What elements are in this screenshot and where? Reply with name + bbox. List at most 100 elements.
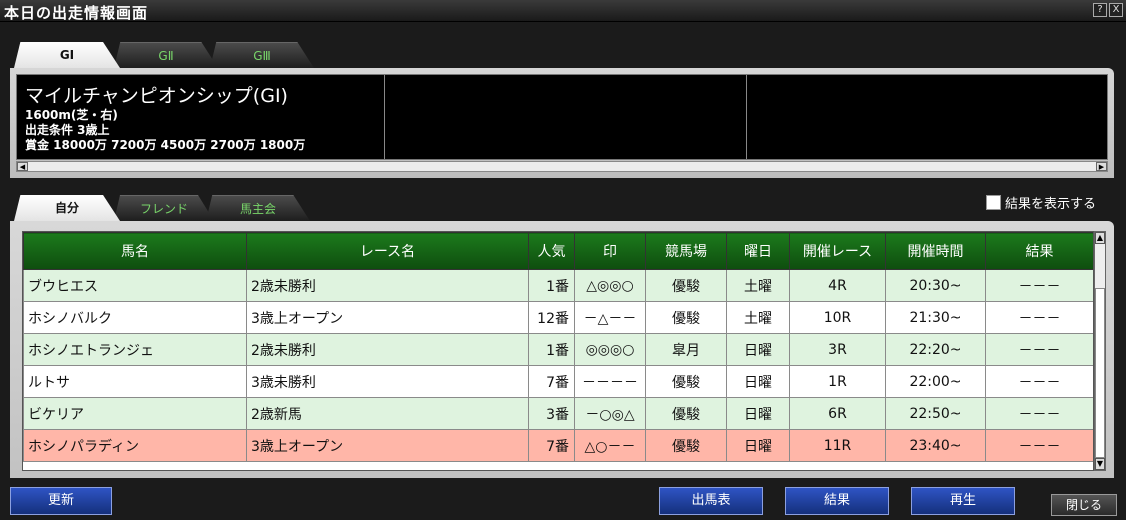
replay-button[interactable]: 再生 [911, 487, 1015, 515]
cell-weekday: 日曜 [726, 429, 790, 462]
cell-result: －－－ [985, 429, 1093, 462]
cell-mark: －△－－ [574, 301, 646, 334]
entries-button[interactable]: 出馬表 [659, 487, 763, 515]
cell-mark: △○－－ [574, 429, 646, 462]
cell-result: －－－ [985, 333, 1093, 366]
cell-time: 22:20~ [885, 333, 986, 366]
header-result[interactable]: 結果 [985, 232, 1093, 270]
tab-g1[interactable]: GⅠ [14, 42, 120, 68]
header-weekday[interactable]: 曜日 [726, 232, 790, 270]
tab-mine[interactable]: 自分 [14, 195, 120, 221]
table-row[interactable]: ホシノエトランジェ 2歳未勝利 1番 ◎◎◎○ 皐月 日曜 3R 22:20~ … [23, 333, 1093, 366]
cell-horse-name: ホシノパラディン [23, 429, 247, 462]
close-window-icon[interactable]: X [1109, 3, 1123, 17]
scroll-down-icon[interactable]: ▼ [1095, 458, 1105, 470]
race-name: マイルチャンピオンシップ(GⅠ) [25, 85, 288, 107]
cell-result: －－－ [985, 397, 1093, 430]
table-row[interactable]: ビケリア 2歳新馬 3番 －○◎△ 優駿 日曜 6R 22:50~ －－－ [23, 397, 1093, 430]
cell-time: 23:40~ [885, 429, 986, 462]
cell-weekday: 日曜 [726, 397, 790, 430]
cell-popularity: 7番 [528, 429, 575, 462]
cell-race-number: 6R [789, 397, 886, 430]
table-row[interactable]: ホシノパラディン 3歳上オープン 7番 △○－－ 優駿 日曜 11R 23:40… [23, 429, 1093, 462]
cell-track: 優駿 [645, 269, 727, 302]
cell-track: 優駿 [645, 429, 727, 462]
help-icon[interactable]: ? [1093, 3, 1107, 17]
cell-race-name: 2歳未勝利 [246, 269, 529, 302]
cell-race-number: 4R [789, 269, 886, 302]
race-info-box: マイルチャンピオンシップ(GⅠ) 1600m(芝・右) 出走条件 3歳上 賞金 … [16, 74, 1108, 160]
header-horse-name[interactable]: 馬名 [23, 232, 247, 270]
cell-horse-name: ブウヒエス [23, 269, 247, 302]
cell-track: 優駿 [645, 301, 727, 334]
cell-popularity: 1番 [528, 333, 575, 366]
race-prize: 賞金 18000万 7200万 4500万 2700万 1800万 [25, 138, 306, 152]
scroll-right-icon[interactable]: ▶ [1096, 162, 1107, 171]
show-results-checkbox[interactable] [986, 194, 1001, 210]
table-row[interactable]: ブウヒエス 2歳未勝利 1番 △◎◎○ 優駿 土曜 4R 20:30~ －－－ [23, 269, 1093, 302]
cell-popularity: 3番 [528, 397, 575, 430]
cell-weekday: 日曜 [726, 365, 790, 398]
cell-mark: －○◎△ [574, 397, 646, 430]
refresh-button[interactable]: 更新 [10, 487, 112, 515]
cell-result: －－－ [985, 365, 1093, 398]
cell-popularity: 7番 [528, 365, 575, 398]
grade-tabs: GⅠ GⅡ GⅢ [14, 42, 314, 68]
cell-race-name: 2歳新馬 [246, 397, 529, 430]
cell-result: －－－ [985, 301, 1093, 334]
cell-race-number: 1R [789, 365, 886, 398]
race-info-column-1: マイルチャンピオンシップ(GⅠ) 1600m(芝・右) 出走条件 3歳上 賞金 … [17, 75, 385, 159]
tab-friend[interactable]: フレンド [114, 195, 214, 221]
cell-track: 皐月 [645, 333, 727, 366]
schedule-table-wrapper: 馬名 レース名 人気 印 競馬場 曜日 開催レース 開催時間 結果 ブウヒエス … [22, 231, 1094, 471]
tab-owners-club[interactable]: 馬主会 [206, 195, 310, 221]
cell-popularity: 12番 [528, 301, 575, 334]
cell-horse-name: ビケリア [23, 397, 247, 430]
cell-weekday: 土曜 [726, 269, 790, 302]
window-title: 本日の出走情報画面 [4, 4, 149, 22]
vertical-scrollbar[interactable]: ▲ ▼ [1094, 231, 1106, 471]
close-button[interactable]: 閉じる [1051, 494, 1117, 516]
cell-horse-name: ホシノバルク [23, 301, 247, 334]
scrollbar-thumb[interactable] [1095, 288, 1105, 458]
cell-race-name: 3歳未勝利 [246, 365, 529, 398]
cell-track: 優駿 [645, 397, 727, 430]
cell-race-name: 3歳上オープン [246, 429, 529, 462]
cell-race-number: 10R [789, 301, 886, 334]
window-titlebar: 本日の出走情報画面 ? X [0, 0, 1126, 22]
race-info-column-2 [385, 75, 747, 159]
header-popularity[interactable]: 人気 [528, 232, 575, 270]
cell-race-name: 3歳上オープン [246, 301, 529, 334]
cell-time: 21:30~ [885, 301, 986, 334]
table-header-row: 馬名 レース名 人気 印 競馬場 曜日 開催レース 開催時間 結果 [23, 232, 1093, 270]
cell-mark: △◎◎○ [574, 269, 646, 302]
scroll-up-icon[interactable]: ▲ [1095, 232, 1105, 244]
tab-g2[interactable]: GⅡ [114, 42, 218, 68]
scroll-left-icon[interactable]: ◀ [17, 162, 28, 171]
show-results-toggle[interactable]: 結果を表示する [986, 194, 1097, 212]
header-race-number[interactable]: 開催レース [789, 232, 886, 270]
header-race-name[interactable]: レース名 [246, 232, 529, 270]
header-track[interactable]: 競馬場 [645, 232, 727, 270]
cell-popularity: 1番 [528, 269, 575, 302]
cell-result: －－－ [985, 269, 1093, 302]
tab-g3[interactable]: GⅢ [210, 42, 314, 68]
cell-horse-name: ホシノエトランジェ [23, 333, 247, 366]
table-row[interactable]: ルトサ 3歳未勝利 7番 －－－－ 優駿 日曜 1R 22:00~ －－－ [23, 365, 1093, 398]
horizontal-scrollbar[interactable]: ◀ ▶ [16, 161, 1108, 172]
results-button[interactable]: 結果 [785, 487, 889, 515]
cell-mark: －－－－ [574, 365, 646, 398]
header-mark[interactable]: 印 [574, 232, 646, 270]
cell-race-number: 11R [789, 429, 886, 462]
filter-tabs: 自分 フレンド 馬主会 [14, 195, 314, 221]
cell-race-number: 3R [789, 333, 886, 366]
schedule-panel: 馬名 レース名 人気 印 競馬場 曜日 開催レース 開催時間 結果 ブウヒエス … [10, 221, 1114, 478]
show-results-label: 結果を表示する [1005, 196, 1097, 212]
table-row[interactable]: ホシノバルク 3歳上オープン 12番 －△－－ 優駿 土曜 10R 21:30~… [23, 301, 1093, 334]
cell-race-name: 2歳未勝利 [246, 333, 529, 366]
cell-weekday: 土曜 [726, 301, 790, 334]
header-time[interactable]: 開催時間 [885, 232, 986, 270]
cell-horse-name: ルトサ [23, 365, 247, 398]
cell-track: 優駿 [645, 365, 727, 398]
schedule-table: 馬名 レース名 人気 印 競馬場 曜日 開催レース 開催時間 結果 ブウヒエス … [23, 232, 1093, 462]
